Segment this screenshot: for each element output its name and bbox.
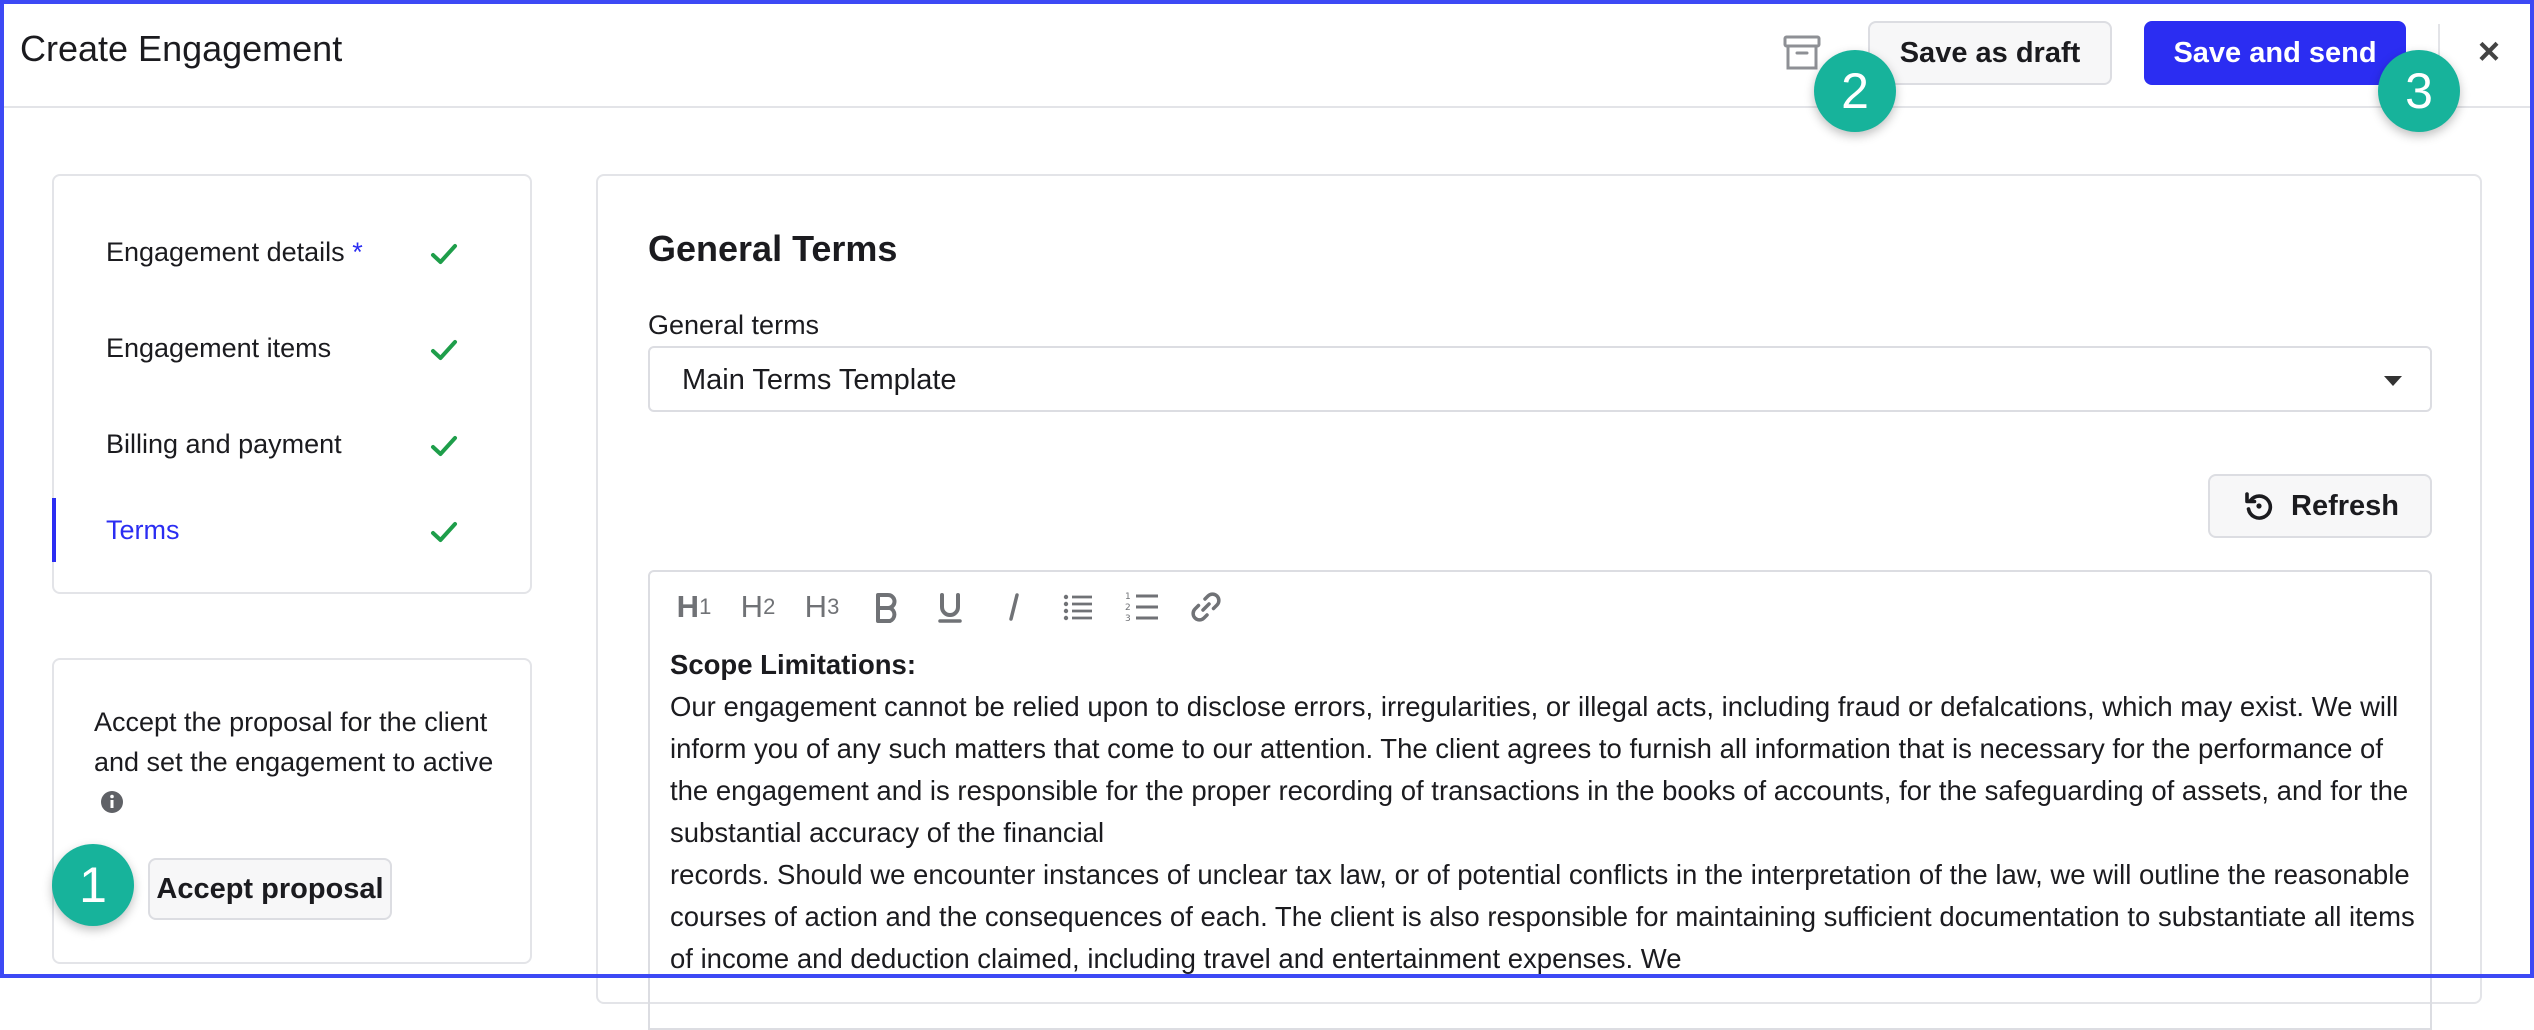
- underline-icon[interactable]: [918, 584, 982, 630]
- h1-letter: H: [676, 589, 700, 624]
- editor-toolbar: H1 H2 H3 1 2 3: [662, 584, 1238, 630]
- sidebar-item-terms[interactable]: Terms: [52, 498, 530, 562]
- bold-icon[interactable]: [854, 584, 918, 630]
- svg-text:1: 1: [1125, 592, 1131, 602]
- check-icon: [431, 244, 457, 264]
- heading-1-button[interactable]: H1: [662, 584, 726, 630]
- step-badge-3: 3: [2378, 50, 2460, 132]
- sidebar-item-billing-and-payment[interactable]: Billing and payment: [54, 414, 530, 478]
- sidebar-nav: Engagement details * Engagement items Bi…: [52, 174, 532, 594]
- svg-text:2: 2: [1125, 603, 1131, 613]
- accept-proposal-card: Accept the proposal for the client and s…: [52, 658, 532, 964]
- numbered-list-icon[interactable]: 1 2 3: [1110, 584, 1174, 630]
- heading-3-button[interactable]: H3: [790, 584, 854, 630]
- link-icon[interactable]: [1174, 584, 1238, 630]
- info-icon[interactable]: [100, 790, 124, 814]
- save-and-send-button[interactable]: Save and send: [2144, 21, 2406, 85]
- editor-content[interactable]: Scope Limitations: Our engagement cannot…: [670, 644, 2420, 980]
- content-heading: Scope Limitations:: [670, 649, 916, 680]
- sidebar-item-engagement-details[interactable]: Engagement details *: [54, 222, 530, 286]
- page-title: Create Engagement: [20, 28, 343, 69]
- h2-sub: 2: [763, 594, 776, 619]
- sidebar-item-label-wrap: Engagement details *: [106, 237, 363, 268]
- sidebar-item-label: Engagement details: [106, 237, 345, 267]
- step-badge-2: 2: [1814, 50, 1896, 132]
- svg-text:3: 3: [1125, 614, 1131, 624]
- archive-icon[interactable]: [1782, 34, 1822, 72]
- italic-icon[interactable]: [982, 584, 1046, 630]
- check-icon: [431, 340, 457, 360]
- h1-sub: 1: [699, 594, 712, 619]
- content-paragraph: Our engagement cannot be relied upon to …: [670, 691, 2409, 848]
- bullet-list-icon[interactable]: [1046, 584, 1110, 630]
- sidebar-item-label: Terms: [106, 515, 180, 545]
- header: Create Engagement Save as draft Save and…: [0, 0, 2534, 108]
- heading-2-button[interactable]: H2: [726, 584, 790, 630]
- sidebar-item-label: Engagement items: [106, 333, 332, 363]
- proposal-description: Accept the proposal for the client and s…: [94, 707, 494, 777]
- check-icon: [431, 436, 457, 456]
- refresh-label: Refresh: [2291, 489, 2399, 522]
- close-icon[interactable]: ×: [2470, 30, 2508, 74]
- general-terms-label: General terms: [648, 310, 820, 340]
- terms-editor[interactable]: H1 H2 H3 1 2 3 Scope Limitations: Our en…: [648, 570, 2432, 1030]
- active-indicator: [52, 498, 56, 562]
- accept-proposal-button[interactable]: Accept proposal: [148, 858, 392, 920]
- refresh-icon: [2245, 492, 2273, 520]
- save-as-draft-button[interactable]: Save as draft: [1868, 21, 2112, 85]
- section-title: General Terms: [648, 228, 898, 269]
- refresh-button[interactable]: Refresh: [2208, 474, 2432, 538]
- chevron-down-icon: [2384, 376, 2402, 386]
- proposal-description-wrap: Accept the proposal for the client and s…: [94, 702, 494, 822]
- required-mark: *: [352, 237, 363, 267]
- step-badge-1: 1: [52, 844, 134, 926]
- general-terms-panel: General Terms General terms Main Terms T…: [596, 174, 2482, 1030]
- check-icon: [431, 522, 457, 542]
- sidebar-item-label: Billing and payment: [106, 429, 342, 459]
- general-terms-select[interactable]: Main Terms Template: [648, 346, 2432, 412]
- general-terms-value: Main Terms Template: [682, 364, 957, 396]
- h3-letter: H: [804, 589, 828, 624]
- h2-letter: H: [740, 589, 764, 624]
- sidebar-item-engagement-items[interactable]: Engagement items: [54, 318, 530, 382]
- content-paragraph: records. Should we encounter instances o…: [670, 859, 2415, 974]
- h3-sub: 3: [827, 594, 840, 619]
